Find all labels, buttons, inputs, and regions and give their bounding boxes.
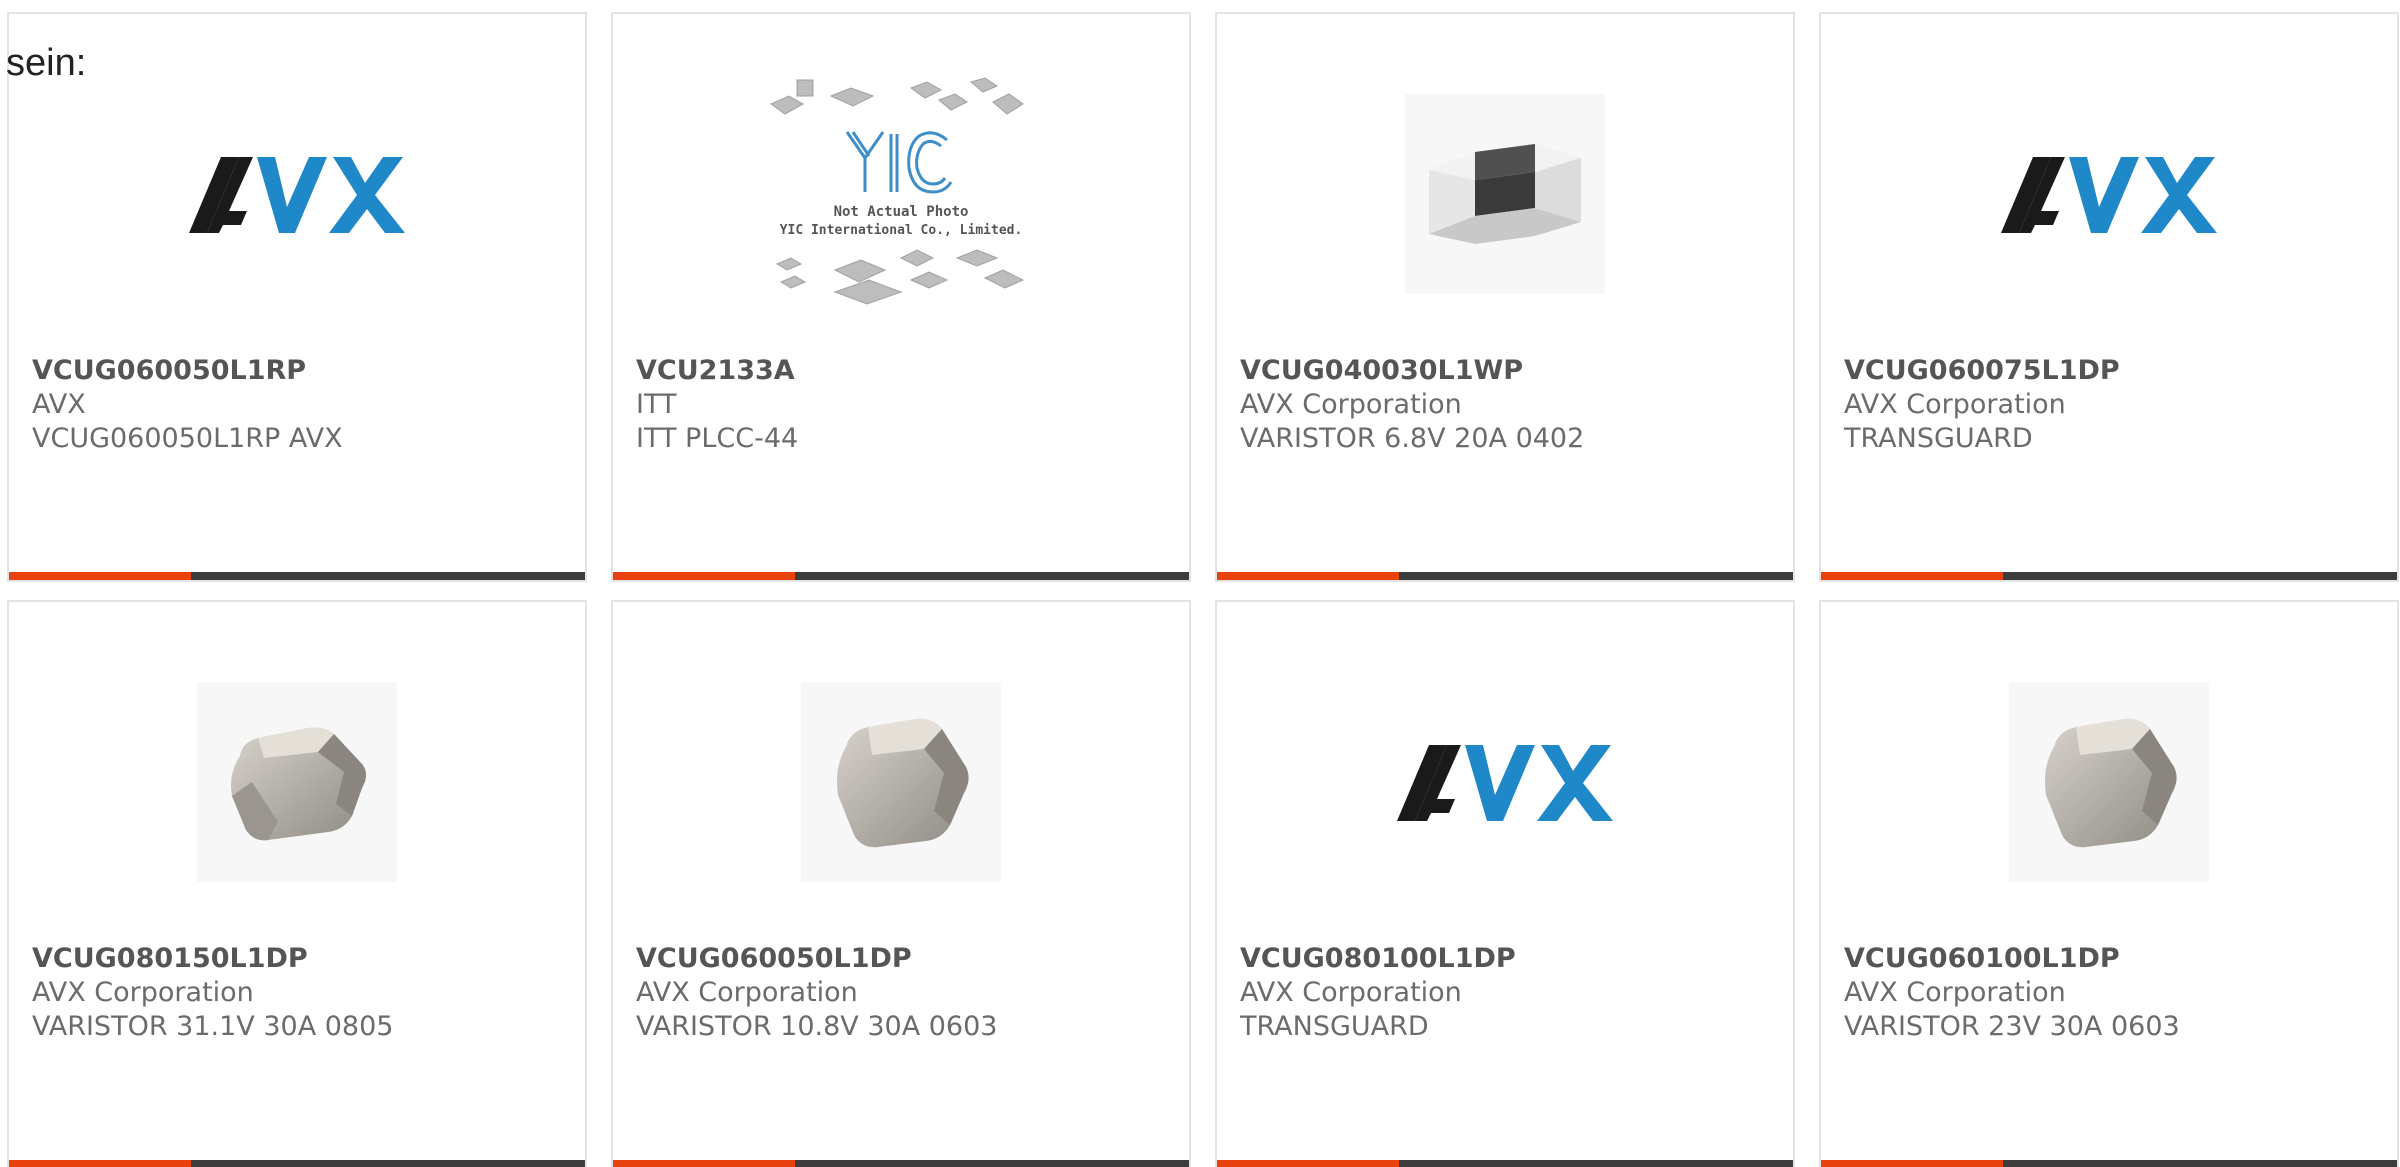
product-info: VCU2133A ITT ITT PLCC-44 xyxy=(636,354,1173,456)
manufacturer: AVX Corporation xyxy=(636,977,858,1008)
manufacturer: AVX Corporation xyxy=(1844,977,2066,1008)
card-bottom-bar xyxy=(9,572,585,580)
manufacturer: AVX Corporation xyxy=(1240,977,1462,1008)
product-card[interactable]: VCUG060050L1RP AVX VCUG060050L1RP AVX xyxy=(7,12,587,582)
chip-image-frame xyxy=(197,682,397,882)
product-grid-page: sein: VCUG060050L1RP AVX VCUG060050L1RP … xyxy=(0,0,2400,1167)
product-info: VCUG080100L1DP AVX Corporation TRANSGUAR… xyxy=(1240,942,1777,1044)
description: VARISTOR 10.8V 30A 0603 xyxy=(636,1011,998,1042)
manufacturer: AVX Corporation xyxy=(32,977,254,1008)
card-bottom-bar xyxy=(1217,1160,1793,1167)
part-number[interactable]: VCUG060100L1DP xyxy=(1844,942,2381,976)
card-bottom-bar xyxy=(1217,572,1793,580)
chip-0603-icon xyxy=(2045,718,2177,848)
card-accent-bar xyxy=(1821,1160,2003,1167)
card-accent-bar xyxy=(1217,1160,1399,1167)
description: VARISTOR 31.1V 30A 0805 xyxy=(32,1011,394,1042)
description: TRANSGUARD xyxy=(1844,423,2033,454)
product-info: VCUG040030L1WP AVX Corporation VARISTOR … xyxy=(1240,354,1777,456)
avx-logo-icon xyxy=(2001,157,2217,233)
part-number[interactable]: VCUG040030L1WP xyxy=(1240,354,1777,388)
card-accent-bar xyxy=(9,1160,191,1167)
product-info: VCUG080150L1DP AVX Corporation VARISTOR … xyxy=(32,942,569,1044)
yic-note-line1: Not Actual Photo xyxy=(834,204,969,220)
card-bottom-bar xyxy=(1821,572,2397,580)
card-accent-bar xyxy=(1217,572,1399,580)
yic-note-line2: YIC International Co., Limited. xyxy=(780,223,1023,238)
chip-image-frame xyxy=(801,682,1001,882)
part-number[interactable]: VCUG060050L1DP xyxy=(636,942,1173,976)
product-info: VCUG060100L1DP AVX Corporation VARISTOR … xyxy=(1844,942,2381,1044)
description: ITT PLCC-44 xyxy=(636,423,799,454)
product-info: VCUG060075L1DP AVX Corporation TRANSGUAR… xyxy=(1844,354,2381,456)
chip-0402-icon xyxy=(1429,144,1581,244)
manufacturer: AVX xyxy=(32,389,86,420)
product-info: VCUG060050L1RP AVX VCUG060050L1RP AVX xyxy=(32,354,569,456)
product-card[interactable]: VCUG080150L1DP AVX Corporation VARISTOR … xyxy=(7,600,587,1167)
product-info: VCUG060050L1DP AVX Corporation VARISTOR … xyxy=(636,942,1173,1044)
product-grid: VCUG060050L1RP AVX VCUG060050L1RP AVX No… xyxy=(7,12,2399,1167)
card-accent-bar xyxy=(613,572,795,580)
product-card[interactable]: Not Actual Photo YIC International Co., … xyxy=(611,12,1191,582)
card-bottom-bar xyxy=(9,1160,585,1167)
card-bottom-bar xyxy=(1821,1160,2397,1167)
avx-logo-icon xyxy=(189,157,405,233)
card-bottom-bar xyxy=(613,1160,1189,1167)
description: VCUG060050L1RP AVX xyxy=(32,423,343,454)
product-image[interactable] xyxy=(1821,74,2397,314)
chip-image-frame xyxy=(1405,94,1605,294)
part-number[interactable]: VCUG060050L1RP xyxy=(32,354,569,388)
lead-text: sein: xyxy=(6,42,87,84)
card-accent-bar xyxy=(9,572,191,580)
product-card[interactable]: VCUG060075L1DP AVX Corporation TRANSGUAR… xyxy=(1819,12,2399,582)
card-bottom-bar xyxy=(613,572,1189,580)
manufacturer: AVX Corporation xyxy=(1240,389,1462,420)
product-card[interactable]: VCUG080100L1DP AVX Corporation TRANSGUAR… xyxy=(1215,600,1795,1167)
product-image[interactable] xyxy=(613,662,1189,902)
yic-placeholder-icon: Not Actual Photo YIC International Co., … xyxy=(769,77,1025,305)
product-image[interactable] xyxy=(1217,74,1793,314)
description: TRANSGUARD xyxy=(1240,1011,1429,1042)
manufacturer: AVX Corporation xyxy=(1844,389,2066,420)
description: VARISTOR 6.8V 20A 0402 xyxy=(1240,423,1585,454)
avx-logo-icon xyxy=(1397,745,1613,821)
part-number[interactable]: VCUG060075L1DP xyxy=(1844,354,2381,388)
product-card[interactable]: VCUG060050L1DP AVX Corporation VARISTOR … xyxy=(611,600,1191,1167)
product-card[interactable]: VCUG060100L1DP AVX Corporation VARISTOR … xyxy=(1819,600,2399,1167)
product-image[interactable] xyxy=(1217,662,1793,902)
product-image[interactable]: Not Actual Photo YIC International Co., … xyxy=(613,74,1189,314)
description: VARISTOR 23V 30A 0603 xyxy=(1844,1011,2180,1042)
product-image[interactable] xyxy=(9,74,585,314)
chip-0805-icon xyxy=(231,727,366,841)
part-number[interactable]: VCUG080100L1DP xyxy=(1240,942,1777,976)
product-card[interactable]: VCUG040030L1WP AVX Corporation VARISTOR … xyxy=(1215,12,1795,582)
product-image[interactable] xyxy=(9,662,585,902)
chip-0603-icon xyxy=(837,718,969,848)
card-accent-bar xyxy=(1821,572,2003,580)
chip-image-frame xyxy=(2009,682,2209,882)
card-accent-bar xyxy=(613,1160,795,1167)
part-number[interactable]: VCUG080150L1DP xyxy=(32,942,569,976)
manufacturer: ITT xyxy=(636,389,677,420)
part-number[interactable]: VCU2133A xyxy=(636,354,1173,388)
product-image[interactable] xyxy=(1821,662,2397,902)
